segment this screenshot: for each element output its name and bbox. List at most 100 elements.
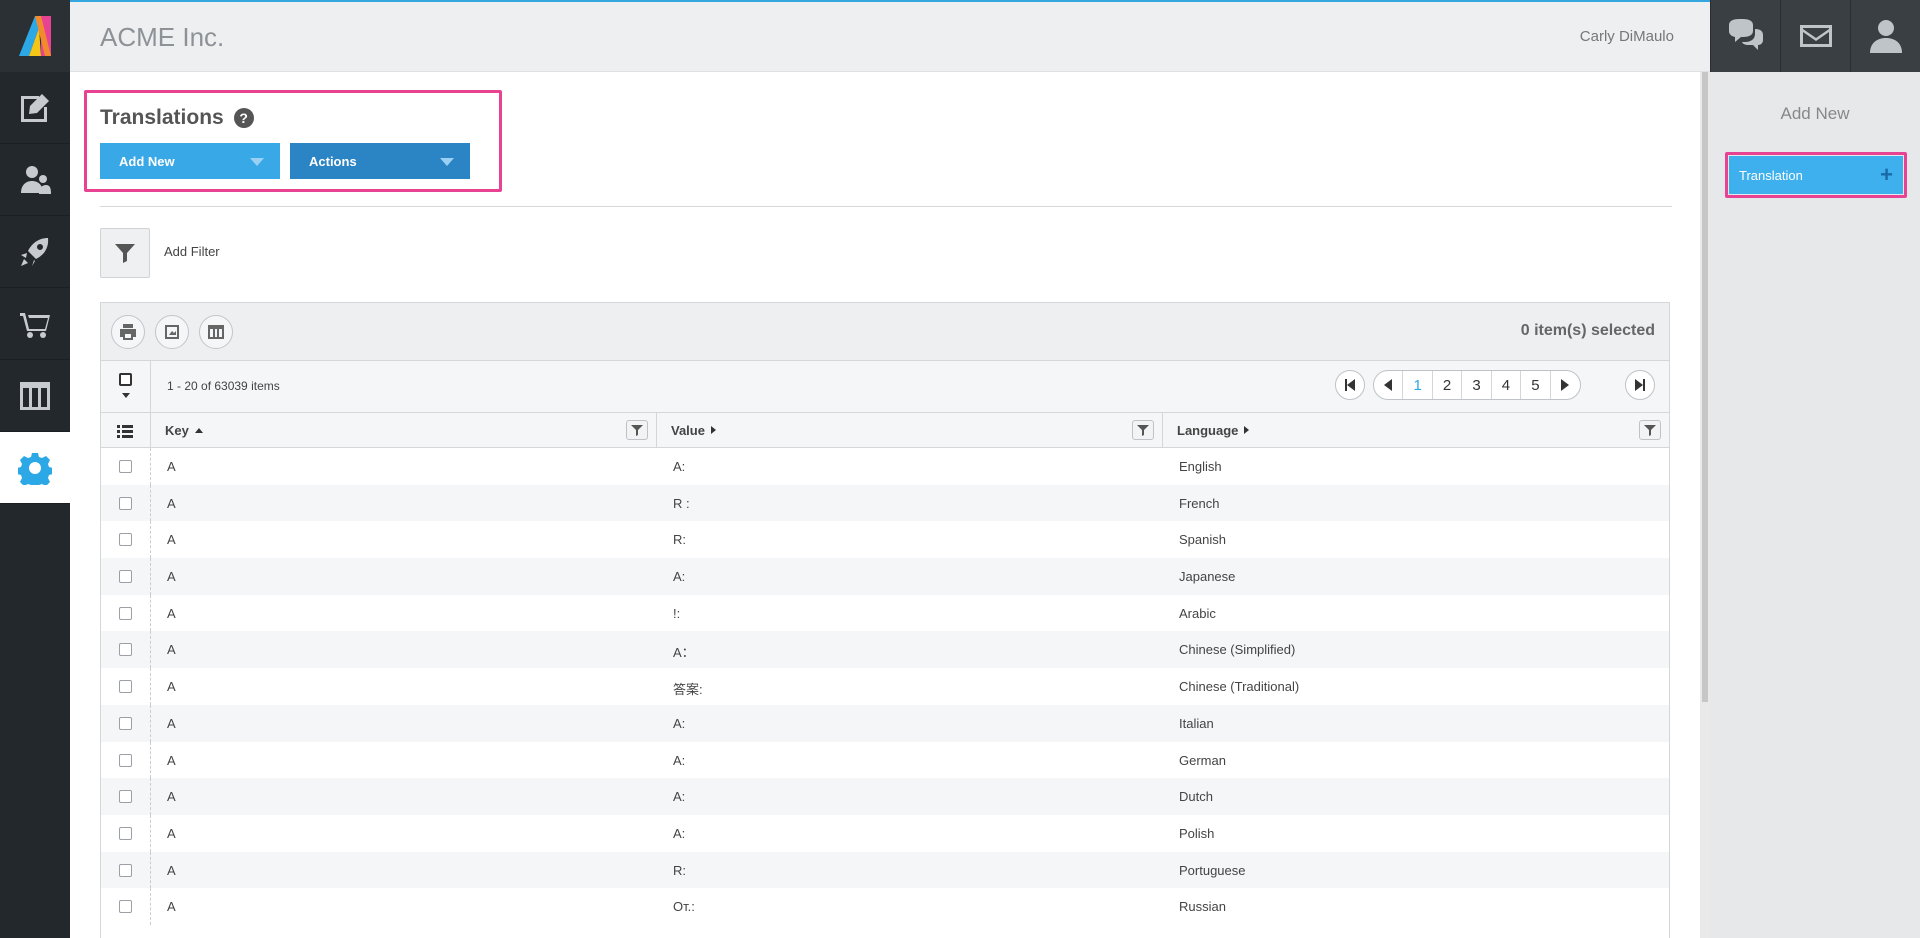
row-checkbox[interactable] — [119, 863, 132, 877]
actions-dropdown[interactable]: Actions — [290, 143, 470, 179]
nav-layout[interactable] — [0, 360, 70, 432]
cell-language: French — [1179, 495, 1220, 511]
column-header-value[interactable]: Value — [657, 413, 1163, 447]
cell-language: German — [1179, 752, 1226, 768]
chat-bubbles-icon — [1728, 19, 1763, 50]
language-filter-button[interactable] — [1639, 420, 1661, 440]
cell-value: A: — [673, 715, 686, 731]
table-row[interactable]: A A: Japanese — [101, 558, 1669, 595]
row-checkbox[interactable] — [119, 680, 132, 694]
row-divider — [150, 668, 151, 705]
nav-settings[interactable] — [0, 432, 70, 504]
main-content: Translations ? Add New Actions Add Filte… — [70, 72, 1700, 938]
row-checkbox[interactable] — [119, 790, 132, 804]
row-checkbox[interactable] — [119, 606, 132, 620]
table-row[interactable]: A 答案: Chinese (Traditional) — [101, 668, 1669, 705]
export-button[interactable] — [155, 315, 189, 349]
nav-users[interactable] — [0, 144, 70, 216]
cell-language: Polish — [1179, 825, 1215, 841]
messages-button[interactable] — [1780, 0, 1850, 72]
row-divider — [150, 484, 151, 522]
last-page-button[interactable] — [1625, 370, 1655, 400]
last-page-icon — [1643, 379, 1645, 391]
user-name[interactable]: Carly DiMaulo — [1580, 28, 1674, 45]
value-filter-button[interactable] — [1132, 420, 1154, 440]
scrollbar-thumb[interactable] — [1702, 72, 1708, 702]
column-header-key[interactable]: Key — [151, 413, 657, 447]
table-row[interactable]: A A： Chinese (Simplified) — [101, 631, 1669, 669]
app-logo[interactable] — [0, 0, 70, 72]
cell-key: A — [167, 605, 176, 621]
chevron-down-icon — [440, 158, 454, 166]
cell-key: A — [167, 752, 176, 768]
key-filter-button[interactable] — [626, 420, 648, 440]
row-checkbox[interactable] — [119, 716, 132, 730]
row-checkbox[interactable] — [119, 826, 132, 840]
cell-value: !: — [673, 605, 681, 621]
profile-button[interactable] — [1850, 0, 1920, 72]
translations-grid: 0 item(s) selected 1 - 20 of 63039 items… — [100, 302, 1670, 938]
add-translation-button[interactable]: Translation + — [1729, 156, 1903, 194]
first-page-button[interactable] — [1335, 370, 1365, 400]
cell-key: A — [167, 679, 176, 695]
items-count: 1 - 20 of 63039 items — [167, 379, 280, 393]
columns-button[interactable] — [199, 315, 233, 349]
table-row[interactable]: A A: English — [101, 448, 1669, 485]
table-row[interactable]: A A: Italian — [101, 704, 1669, 742]
column-header-language[interactable]: Language — [1163, 413, 1669, 447]
main-scrollbar[interactable] — [1700, 72, 1710, 938]
table-row[interactable]: A!: Arabic — [101, 594, 1669, 632]
row-checkbox[interactable] — [119, 900, 132, 914]
add-filter-button[interactable] — [100, 228, 150, 278]
page-4[interactable]: 4 — [1492, 371, 1522, 399]
row-checkbox[interactable] — [119, 570, 132, 584]
table-row[interactable]: A A: Polish — [101, 814, 1669, 852]
next-page-button[interactable] — [1551, 371, 1580, 399]
sort-icon — [710, 426, 716, 434]
table-row[interactable]: A R : French — [101, 484, 1669, 522]
print-button[interactable] — [111, 315, 145, 349]
row-checkbox[interactable] — [119, 643, 132, 657]
gear-icon — [18, 452, 52, 485]
table-row[interactable]: A A: German — [101, 741, 1669, 779]
table-row[interactable]: A От.: Russian — [101, 888, 1669, 925]
select-all-checkbox[interactable] — [119, 373, 132, 386]
cell-value: R: — [673, 532, 686, 548]
row-checkbox[interactable] — [119, 753, 132, 767]
table-row[interactable]: A A: Dutch — [101, 778, 1669, 815]
image-icon — [165, 325, 179, 339]
page-1[interactable]: 1 — [1403, 371, 1433, 399]
page-2[interactable]: 2 — [1433, 371, 1463, 399]
column-language-label: Language — [1177, 422, 1239, 438]
filter-icon — [1137, 425, 1149, 436]
filter-icon — [631, 425, 643, 436]
table-row[interactable]: A R: Spanish — [101, 521, 1669, 559]
chevron-down-icon — [250, 158, 264, 166]
table-row[interactable]: A R: Portuguese — [101, 851, 1669, 889]
help-icon[interactable]: ? — [233, 108, 254, 128]
filter-icon — [115, 244, 135, 263]
column-menu[interactable] — [101, 413, 151, 447]
row-checkbox[interactable] — [119, 533, 132, 547]
cart-icon — [20, 312, 50, 338]
nav-campaigns[interactable] — [0, 216, 70, 288]
nav-content[interactable] — [0, 72, 70, 144]
add-new-panel: Add New Translation + — [1710, 72, 1920, 938]
row-divider — [150, 521, 151, 559]
column-key-label: Key — [165, 422, 189, 438]
cell-key: A — [167, 789, 176, 805]
page-3[interactable]: 3 — [1462, 371, 1492, 399]
row-checkbox[interactable] — [119, 460, 132, 473]
page-5[interactable]: 5 — [1521, 371, 1551, 399]
nav-commerce[interactable] — [0, 288, 70, 360]
edit-icon — [21, 93, 49, 122]
page-title-text: Translations — [100, 106, 224, 129]
prev-page-button[interactable] — [1374, 371, 1404, 399]
row-checkbox[interactable] — [119, 496, 132, 510]
add-filter-link[interactable]: Add Filter — [164, 244, 220, 259]
select-all-dropdown[interactable] — [101, 361, 151, 412]
arrow-right-icon — [1635, 379, 1643, 391]
help-chat-button[interactable] — [1710, 0, 1780, 72]
cell-language: Chinese (Simplified) — [1179, 642, 1296, 658]
add-new-dropdown[interactable]: Add New — [100, 143, 280, 179]
